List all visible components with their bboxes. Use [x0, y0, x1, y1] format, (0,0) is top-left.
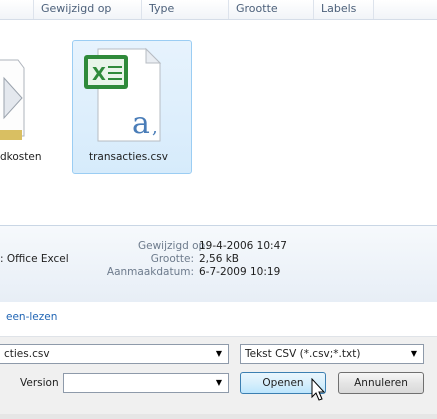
column-size[interactable]: Grootte [229, 0, 314, 19]
cancel-button[interactable]: Annuleren [338, 372, 424, 394]
filename-combo[interactable]: cties.csv ▼ [0, 344, 229, 364]
dropdown-arrow-icon[interactable]: ▼ [216, 349, 222, 358]
detail-created-label: Aanmaakdatum: [106, 266, 194, 278]
svg-text:X: X [92, 64, 106, 85]
column-header: Gewijzigd op Type Grootte Labels [0, 0, 437, 20]
detail-modified-label: Gewijzigd op: [138, 240, 209, 252]
bottom-edge [0, 414, 437, 419]
file-label-transacties: transacties.csv [89, 151, 168, 163]
file-list [0, 20, 437, 225]
file-label-dkosten: dkosten [0, 151, 42, 163]
column-modified[interactable]: Gewijzigd op [34, 0, 142, 19]
mouse-cursor-icon [310, 377, 326, 405]
link-row [0, 302, 437, 337]
detail-type-value: : Office Excel [0, 253, 69, 265]
detail-created-value: 6-7-2009 10:19 [199, 266, 281, 278]
version-label: Version [20, 377, 59, 389]
dropdown-arrow-icon[interactable]: ▼ [216, 378, 222, 387]
dropdown-arrow-icon[interactable]: ▼ [411, 349, 417, 358]
detail-size-value: 2,56 kB [199, 253, 240, 265]
folder-document-icon [0, 59, 25, 140]
version-combo[interactable]: ▼ [63, 373, 229, 393]
filter-value: Tekst CSV (*.csv;*.txt) [245, 348, 361, 360]
svg-text:a: a [132, 106, 150, 141]
svg-text:,: , [152, 117, 158, 138]
file-tile-dkosten[interactable] [0, 48, 60, 158]
detail-size-label: Grootte: [150, 253, 194, 265]
excel-csv-file-icon: X a , [84, 47, 164, 143]
column-name-stub[interactable] [0, 0, 34, 19]
column-type[interactable]: Type [142, 0, 229, 19]
detail-modified-value: 19-4-2006 10:47 [199, 240, 287, 252]
column-empty [374, 0, 437, 19]
column-labels[interactable]: Labels [314, 0, 374, 19]
filename-value: cties.csv [4, 348, 50, 360]
read-only-link[interactable]: een-lezen [6, 311, 57, 323]
filter-combo[interactable]: Tekst CSV (*.csv;*.txt) ▼ [240, 344, 424, 364]
